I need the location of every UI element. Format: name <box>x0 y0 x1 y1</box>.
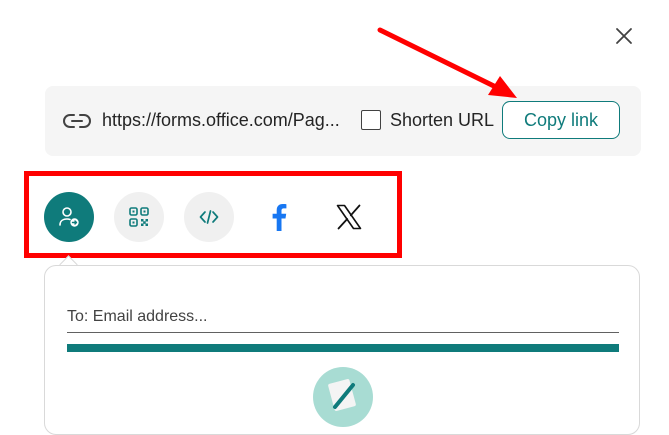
panel-accent-bar <box>67 344 619 352</box>
link-bar: https://forms.office.com/Pag... Shorten … <box>45 86 641 156</box>
annotation-highlight-box <box>24 171 402 258</box>
close-button[interactable] <box>612 24 636 48</box>
close-icon <box>616 28 632 44</box>
email-to-input[interactable] <box>67 302 619 333</box>
email-share-panel <box>44 265 640 435</box>
email-illustration-icon <box>313 367 373 427</box>
share-url: https://forms.office.com/Pag... <box>102 110 340 130</box>
link-icon <box>63 114 91 128</box>
copy-link-button[interactable]: Copy link <box>502 101 620 139</box>
shorten-url-label[interactable]: Shorten URL <box>390 110 494 131</box>
shorten-url-checkbox[interactable] <box>361 110 381 130</box>
